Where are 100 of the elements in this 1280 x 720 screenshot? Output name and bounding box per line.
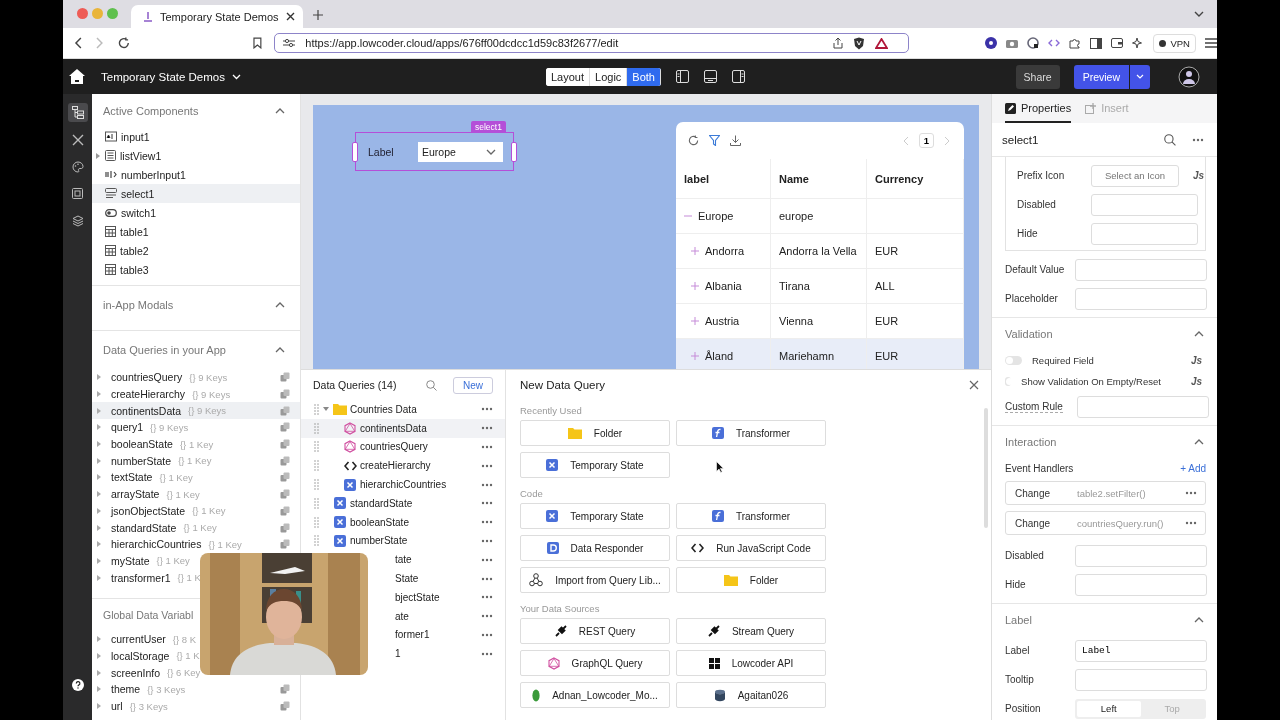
variable-name[interactable]: localStorage [111,649,170,662]
query-type-button[interactable]: Agaitan026 [676,682,826,708]
query-item[interactable]: State [395,573,419,585]
query-name[interactable]: continentsData [111,404,182,417]
variable-name[interactable]: currentUser [111,633,166,646]
query-item[interactable]: ate [395,610,409,622]
key-count: {} 8 K [172,633,197,645]
query-name[interactable]: transformer1 [111,571,171,584]
query-item[interactable]: hierarchicCountries [360,479,447,491]
query-item[interactable]: createHierarchy [360,460,431,472]
key-count: {} 6 Key [167,667,201,679]
query-name[interactable]: jsonObjectState [111,504,186,517]
app-title[interactable]: Temporary State Demos [101,70,225,83]
column-header[interactable]: label [676,159,771,198]
query-type-button[interactable]: Data Responder [520,535,670,561]
component-item[interactable]: table2 [92,241,300,260]
add-link[interactable]: + Add [1180,462,1206,474]
js-toggle[interactable]: Js [1190,355,1202,366]
property-label: Hide [1017,228,1039,239]
query-type-button[interactable]: Run JavaScript Code [676,535,826,561]
section-label: Code [520,486,544,501]
js-toggle[interactable]: Js [1193,170,1205,181]
query-type-button[interactable]: Lowcoder API [676,650,826,676]
query-name[interactable]: hierarchicCountries [111,538,202,551]
query-name[interactable]: standardState [111,521,177,534]
query-name[interactable]: arrayState [111,488,160,501]
address-bar[interactable]: https://app.lowcoder.cloud/apps/676ff00dcdcc1d59c83f2677/edit [274,33,910,53]
component-item[interactable]: input1 [92,127,300,146]
key-count: {} 9 Keys [188,405,227,417]
property-label: Position [1005,703,1042,714]
key-count: {} 1 Key [156,555,190,567]
query-type-button[interactable]: Stream Query [676,618,826,644]
query-type-button[interactable]: Folder [520,420,670,446]
browser-tab[interactable]: Temporary State Demos [131,5,303,28]
component-item[interactable]: switch1 [92,203,300,222]
select-field[interactable]: Europe [418,141,503,162]
query-item[interactable]: bjectState [395,591,440,603]
select-widget[interactable]: Label Europe [355,132,514,171]
component-item[interactable]: table3 [92,260,300,279]
component-name[interactable]: select1 [1002,133,1039,146]
table-cell: ALL [867,269,964,303]
query-item[interactable]: Countries Data [350,403,417,415]
query-item[interactable]: 1 [395,648,401,660]
query-type-button[interactable]: Adnan_Lowcoder_Mo... [520,682,670,708]
variable-name[interactable]: screenInfo [111,666,161,679]
query-name[interactable]: countriesQuery [111,371,183,384]
query-name[interactable]: textState [111,471,153,484]
query-item[interactable]: tate [395,554,412,566]
table-cell: EUR [867,339,964,369]
page-number[interactable]: 1 [918,133,934,148]
table-cell: Mariehamn [771,339,867,369]
key-count: {} 1 K [176,650,200,662]
query-item[interactable]: continentsData [360,422,427,434]
event-name: Change [1015,487,1052,499]
mode-toggle[interactable]: Both [627,67,661,86]
table-cell: EUR [867,234,964,268]
key-count: {} 9 Keys [150,421,189,433]
key-count: {} 1 Key [166,488,200,500]
column-header[interactable]: Currency [867,159,964,198]
new-button[interactable]: New [453,376,493,394]
query-type-button[interactable]: REST Query [520,618,670,644]
query-type-button[interactable]: Transformer [676,503,826,529]
query-name[interactable]: myState [111,554,150,567]
query-name[interactable]: booleanState [111,438,173,451]
query-item[interactable]: numberState [350,535,408,547]
icon-picker[interactable]: Select an Icon [1091,164,1179,187]
event-handler[interactable]: Change table2.setFilter() [1005,481,1206,505]
query-type-button[interactable]: GraphQL Query [520,650,670,676]
segment-option[interactable]: Left [1077,700,1141,717]
query-type-button[interactable]: Temporary State [520,452,670,478]
component-item[interactable]: select1 [92,184,300,203]
query-item[interactable]: standardState [350,497,413,509]
event-handler[interactable]: Change countriesQuery.run() [1005,511,1206,535]
query-name[interactable]: query1 [111,421,144,434]
query-name[interactable]: numberState [111,454,172,467]
js-toggle[interactable]: Js [1190,376,1202,387]
variable-name[interactable]: url [111,700,123,713]
query-item[interactable]: booleanState [350,516,409,528]
component-item[interactable]: listView1 [92,146,300,165]
query-type-button[interactable]: Transformer [676,420,826,446]
query-item[interactable]: former1 [395,629,430,641]
mode-toggle[interactable]: Layout [546,67,591,86]
component-item[interactable]: numberInput1 [92,165,300,184]
toggle-label: Show Validation On Empty/Reset [1021,376,1161,387]
component-item[interactable]: table1 [92,222,300,241]
preview-button[interactable]: Preview [1073,64,1129,89]
input-field[interactable]: Label [1075,639,1207,662]
query-type-button[interactable]: Folder [676,567,826,593]
query-item[interactable]: countriesQuery [360,441,428,453]
query-type-button[interactable]: Import from Query Lib... [520,567,670,593]
panel-tab[interactable]: Properties [1005,102,1072,123]
column-header[interactable]: Name [771,159,867,198]
query-type-button[interactable]: Temporary State [520,503,670,529]
key-count: {} 9 Keys [192,388,231,400]
vpn-button[interactable]: VPN [1153,33,1196,53]
section-title: Label [1005,614,1032,626]
query-name[interactable]: createHierarchy [111,388,186,401]
variable-name[interactable]: theme [111,683,141,696]
share-button[interactable]: Share [1015,64,1060,89]
property-label: Hide [1005,579,1027,590]
